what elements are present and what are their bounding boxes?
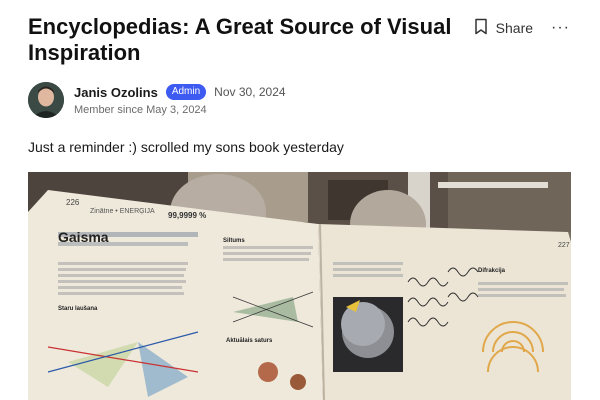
member-since: Member since May 3, 2024 (74, 104, 207, 116)
post-title: Encyclopedias: A Great Source of Visual … (28, 14, 452, 65)
book-page-right: 227 (558, 242, 570, 249)
more-options-button[interactable]: ··· (551, 20, 570, 36)
bookmark-icon[interactable] (474, 18, 488, 38)
admin-badge: Admin (165, 84, 207, 100)
book-page-left: 226 (66, 198, 80, 207)
post-date: Nov 30, 2024 (214, 85, 286, 99)
post-actions: Share ··· (474, 18, 570, 38)
share-button[interactable]: Share (474, 18, 533, 38)
post-body: Just a reminder :) scrolled my sons book… (28, 139, 344, 155)
book-percent: 99,9999 % (168, 211, 206, 220)
author-name[interactable]: Janis Ozolins (74, 85, 158, 100)
avatar[interactable] (28, 82, 64, 118)
book-heading: Gaisma (58, 229, 109, 245)
book-sub2: Staru laušana (58, 306, 98, 312)
book-sub3: Aktuālais saturs (226, 338, 273, 344)
book-section: Zinātne • ENERĢIJA (90, 208, 155, 215)
post-image[interactable]: 226 Zinātne • ENERĢIJA 99,9999 % Gaisma … (28, 172, 571, 400)
book-sub1: Siltums (223, 238, 245, 244)
author-block: Janis Ozolins Admin Nov 30, 2024 Member … (28, 82, 286, 118)
book-right-heading: Difrakcija (478, 268, 506, 274)
share-label[interactable]: Share (496, 20, 533, 36)
author-meta: Janis Ozolins Admin Nov 30, 2024 Member … (74, 82, 286, 116)
